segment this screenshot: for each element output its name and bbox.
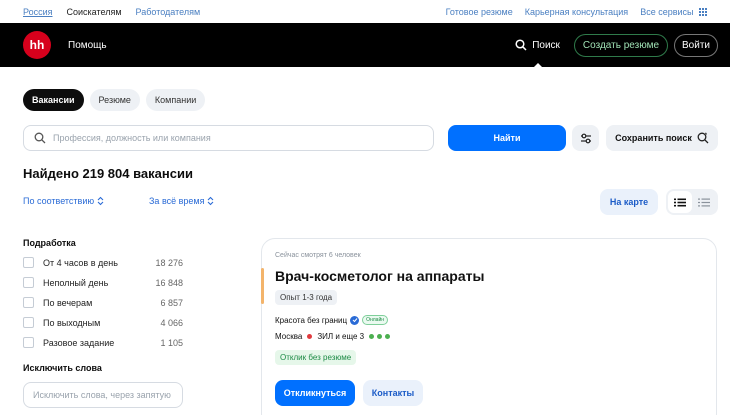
filter-option-label: Разовое задание [43,337,115,348]
login-button[interactable]: Войти [674,33,718,57]
checkbox[interactable] [23,257,34,268]
checkbox[interactable] [23,317,34,328]
side-job-filter-title: Подработка [23,238,76,248]
sort-arrows-icon [208,196,214,206]
all-services-link[interactable]: Все сервисы [640,7,707,17]
seekers-link[interactable]: Соискателям [67,7,122,17]
sort-period-dropdown[interactable]: За всё время [149,196,214,206]
region-link[interactable]: Россия [23,7,53,17]
sort-relevance-dropdown[interactable]: По соответствию [23,196,104,206]
all-services-label: Все сервисы [640,6,694,17]
city-name: Москва [275,332,303,341]
advanced-filter-button[interactable] [572,125,599,151]
card-accent-bar [261,268,264,304]
online-badge: Онлайн [362,315,389,325]
tab-resumes[interactable]: Резюме [89,89,140,111]
filter-option[interactable]: Разовое задание 1 105 [23,337,183,348]
employers-link[interactable]: Работодателям [136,7,201,17]
tab-companies[interactable]: Компании [145,89,206,111]
filter-option[interactable]: По вечерам 6 857 [23,297,183,308]
filter-option[interactable]: Неполный день 16 848 [23,277,183,288]
company-name-link[interactable]: Красота без границ [275,316,347,325]
search-icon [515,39,527,51]
list-view-button[interactable] [668,191,692,213]
exclude-words-title: Исключить слова [23,363,102,373]
exclude-words-input[interactable] [33,390,173,400]
filter-option-label: По вечерам [43,297,93,308]
company-row: Красота без границ Онлайн [275,315,389,325]
experience-badge: Опыт 1-3 года [275,290,338,305]
tab-vacancies[interactable]: Вакансии [23,89,84,111]
header-search-button[interactable]: Поиск [515,23,560,68]
sliders-icon [580,133,591,143]
no-resume-badge: Отклик без резюме [275,350,357,365]
sort-relevance-label: По соответствию [23,196,95,206]
filter-option-count: 16 848 [155,277,183,288]
vacancy-search-input[interactable] [53,133,413,143]
metro-line-icon [307,334,313,339]
search-icon [34,132,46,144]
filter-option-count: 6 857 [160,297,183,308]
metro-stations: ЗИЛ и еще 3 [317,332,365,341]
hh-logo[interactable]: hh [23,31,51,59]
search-tabs: Вакансии Резюме Компании [23,89,206,111]
vacancy-search-box [23,125,434,151]
filter-option-label: От 4 часов в день [43,257,118,268]
filter-option-count: 4 066 [160,317,183,328]
save-search-button[interactable]: Сохранить поиск [606,125,718,151]
bell-search-icon [697,132,709,144]
metro-line-icon [377,334,383,339]
ready-resume-link[interactable]: Готовое резюме [446,7,513,17]
map-button[interactable]: На карте [600,189,658,215]
location-row: Москва ЗИЛ и еще 3 [275,332,391,341]
career-consult-link[interactable]: Карьерная консультация [525,7,628,17]
view-switch [666,189,718,215]
checkbox[interactable] [23,337,34,348]
active-notch [532,63,543,68]
filter-option[interactable]: По выходным 4 066 [23,317,183,328]
apply-button[interactable]: Откликнуться [275,380,355,406]
sort-arrows-icon [97,196,104,206]
help-link[interactable]: Помощь [68,40,107,51]
filter-option-label: Неполный день [43,277,109,288]
create-resume-button[interactable]: Создать резюме [573,33,669,57]
list-icon [674,198,686,206]
checkbox[interactable] [23,297,34,308]
checkbox[interactable] [23,277,34,288]
contacts-button[interactable]: Контакты [363,380,423,406]
main-header: hh Помощь Поиск Создать резюме Войти [0,23,730,68]
compact-list-icon [698,198,710,206]
filter-option-count: 1 105 [160,337,183,348]
top-strip: Россия Соискателям Работодателям Готовое… [0,0,730,23]
filter-option[interactable]: От 4 часов в день 18 276 [23,257,183,268]
verified-icon [350,315,360,325]
metro-line-icon [369,334,375,339]
save-search-label: Сохранить поиск [615,133,692,143]
metro-line-icon [385,334,391,339]
results-count: Найдено 219 804 вакансии [23,166,193,181]
sort-period-label: За всё время [149,196,205,206]
find-button[interactable]: Найти [448,125,566,151]
header-search-label: Поиск [532,39,560,51]
vacancy-title-link[interactable]: Врач-косметолог на аппараты [275,268,484,284]
filter-option-count: 18 276 [155,257,183,268]
compact-view-button[interactable] [692,191,716,213]
exclude-words-box [23,382,183,408]
watching-now-text: Сейчас смотрят 6 человек [275,252,361,259]
grid-icon [699,8,707,17]
filter-option-label: По выходным [43,317,101,328]
